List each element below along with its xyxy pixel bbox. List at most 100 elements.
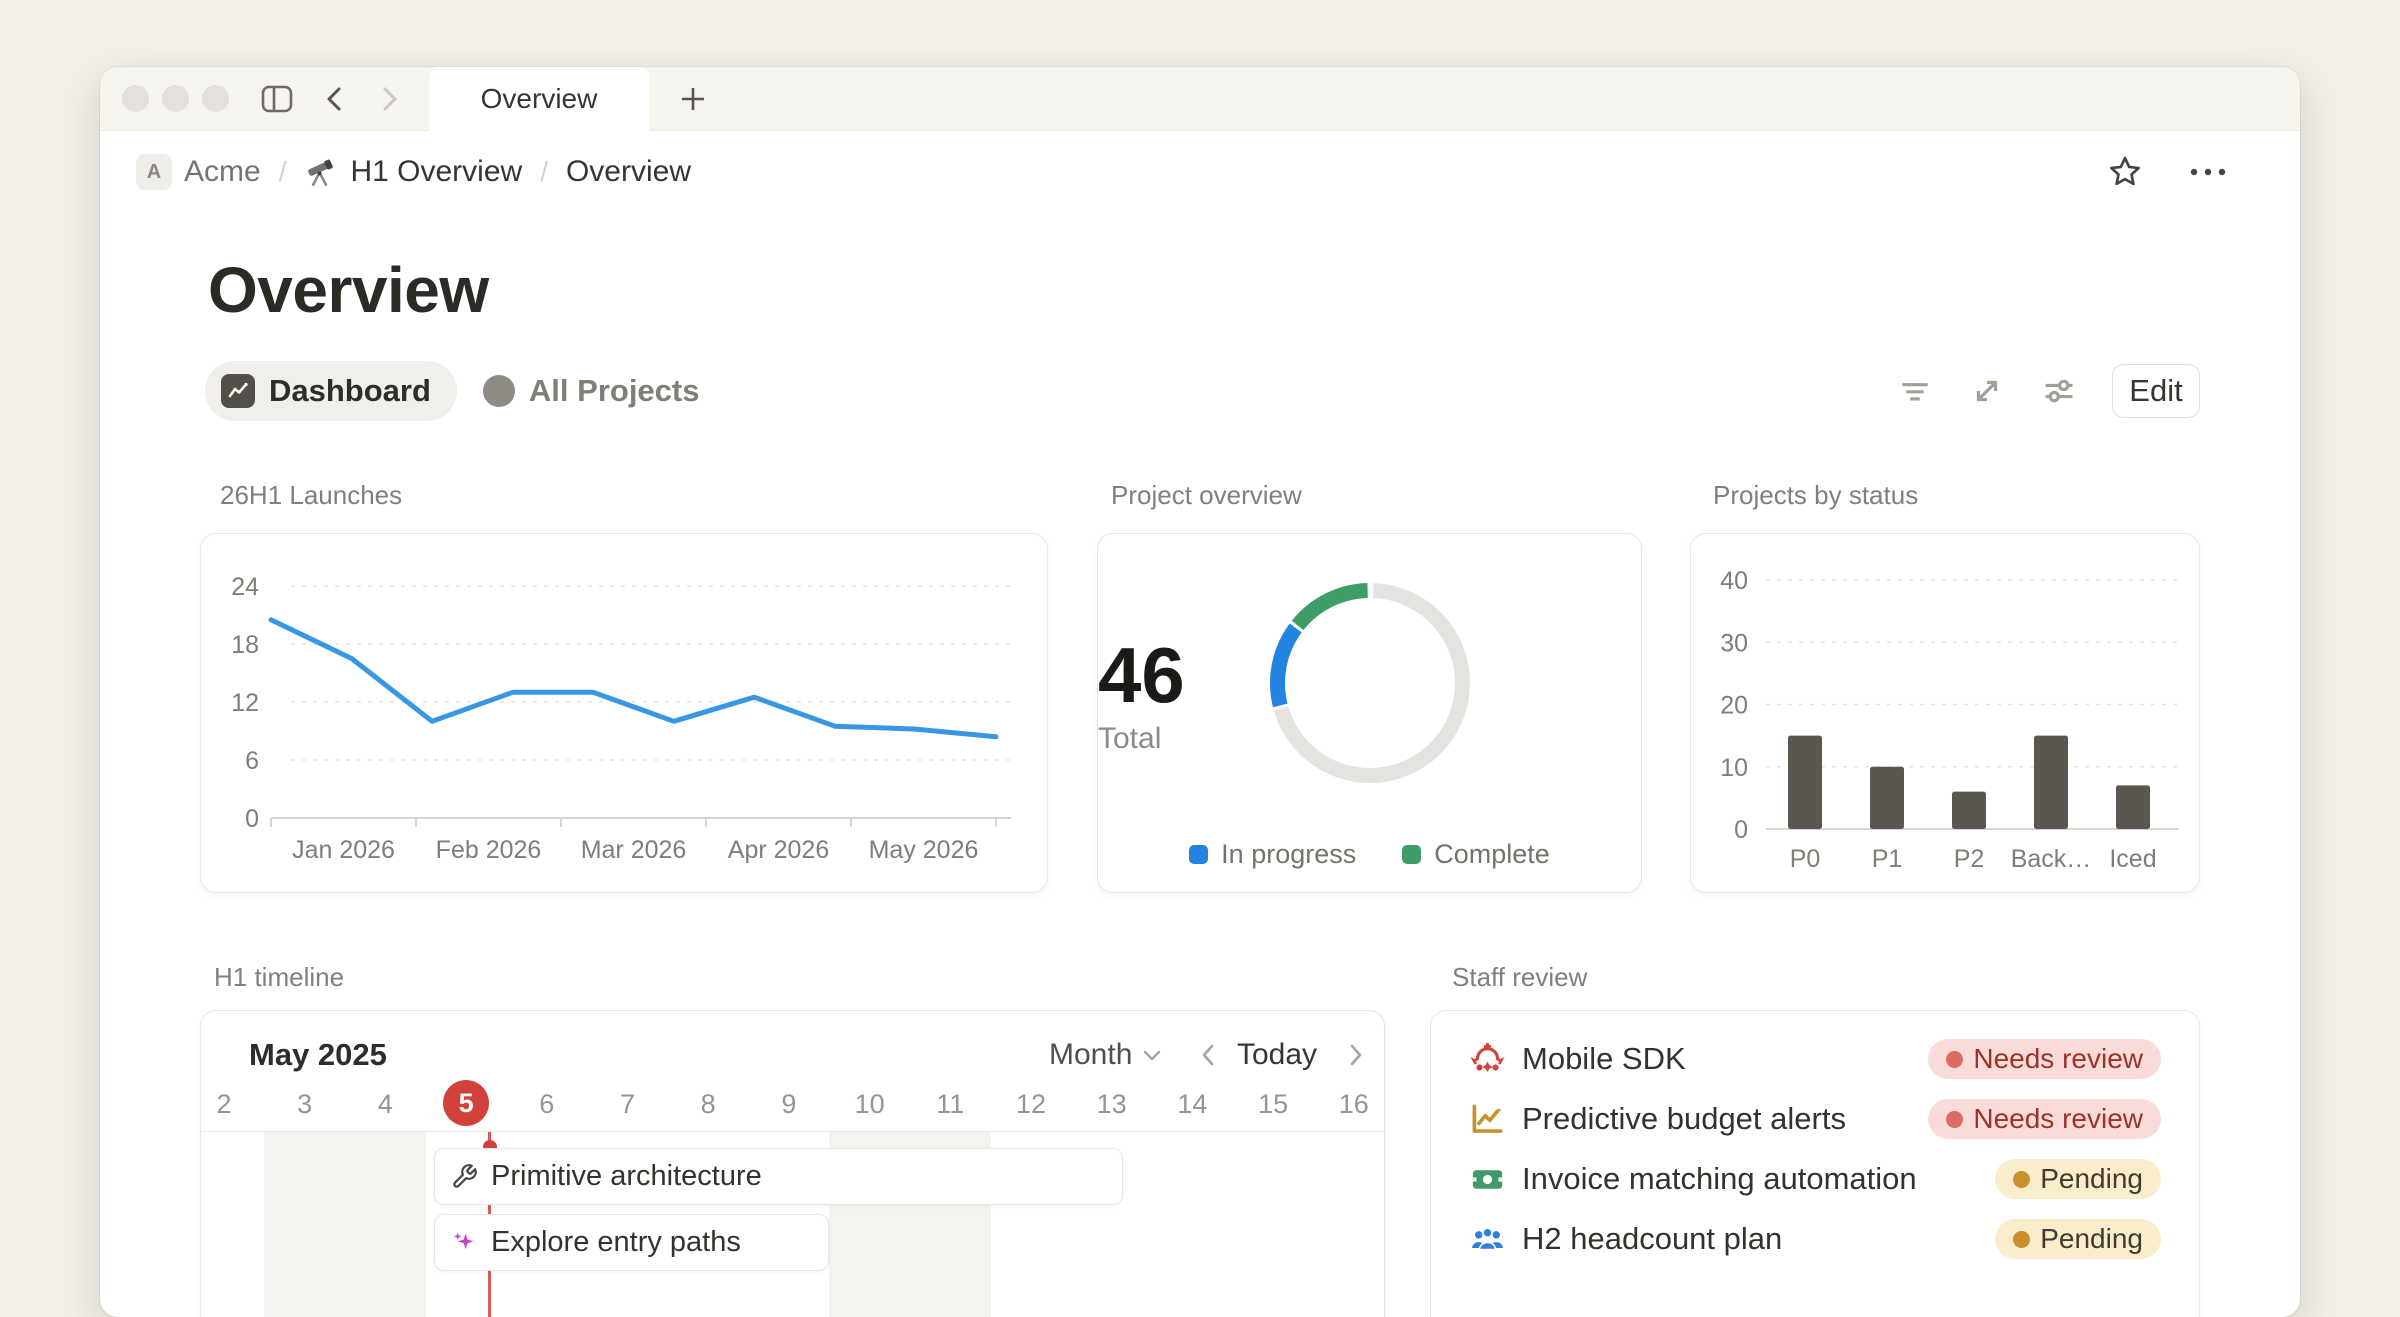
staff-review-row[interactable]: H2 headcount planPending: [1431, 1209, 2199, 1269]
view-tab-all-projects[interactable]: All Projects: [483, 373, 700, 409]
widget-label-project-overview: Project overview: [1111, 480, 1302, 511]
svg-text:Apr 2026: Apr 2026: [728, 836, 829, 864]
view-tab-label: All Projects: [529, 373, 700, 409]
svg-text:Mar 2026: Mar 2026: [581, 836, 687, 864]
timeline-day[interactable]: 9: [759, 1089, 819, 1120]
timeline-day[interactable]: 7: [598, 1089, 658, 1120]
sparkle-icon: [451, 1229, 478, 1256]
timeline-date-row: 23456789 10 11 12 13 14 15 16: [201, 1081, 1384, 1131]
launches-line-chart: 24181260Jan 2026Feb 2026Mar 2026Apr 2026…: [201, 534, 1049, 894]
timeline-day[interactable]: 12: [1001, 1089, 1061, 1120]
timeline-prev-icon[interactable]: [1199, 1042, 1217, 1068]
timeline-day[interactable]: 16: [1324, 1089, 1384, 1120]
new-tab-icon[interactable]: [678, 84, 708, 114]
svg-text:P1: P1: [1872, 845, 1903, 873]
breadcrumb-separator: /: [534, 156, 554, 188]
edit-button[interactable]: Edit: [2112, 364, 2200, 418]
carousel-icon: [1469, 1041, 1506, 1078]
timeline-day[interactable]: 11: [920, 1089, 980, 1120]
breadcrumb-workspace[interactable]: Acme: [184, 155, 261, 189]
back-icon[interactable]: [320, 84, 350, 114]
timeline-item[interactable]: Explore entry paths: [434, 1214, 829, 1271]
people-icon: [1469, 1221, 1506, 1258]
timeline-day[interactable]: 3: [275, 1089, 335, 1120]
expand-icon[interactable]: [1968, 372, 2006, 410]
status-label: Pending: [2040, 1223, 2143, 1255]
svg-text:0: 0: [245, 805, 259, 833]
widget-label-staff: Staff review: [1452, 962, 1587, 993]
sidebar-toggle-icon[interactable]: [260, 83, 294, 115]
status-label: Pending: [2040, 1163, 2143, 1195]
timeline-day[interactable]: 14: [1162, 1089, 1222, 1120]
tab-overview[interactable]: Overview: [429, 67, 649, 131]
svg-text:Back…: Back…: [2011, 845, 2092, 873]
svg-text:12: 12: [231, 689, 259, 717]
project-overview-donut-card[interactable]: 46 Total In progressComplete: [1097, 533, 1642, 893]
screen: Overview A Acme /: [0, 0, 2400, 1260]
staff-review-row[interactable]: Invoice matching automationPending: [1431, 1149, 2199, 1209]
timeline-month-title: May 2025: [249, 1037, 387, 1073]
status-dot: [1946, 1111, 1963, 1128]
timeline-day[interactable]: 13: [1082, 1089, 1142, 1120]
staff-review-card: Mobile SDKNeeds reviewPredictive budget …: [1430, 1010, 2200, 1317]
wrench-icon: [451, 1163, 478, 1190]
telescope-icon: [304, 155, 338, 189]
status-dot: [2013, 1171, 2030, 1188]
breadcrumb: A Acme / H1 Overview / Overview: [100, 131, 2300, 213]
filter-icon[interactable]: [1896, 372, 1934, 410]
timeline-next-icon[interactable]: [1347, 1042, 1365, 1068]
by-status-bar-chart-card[interactable]: 403020100P0P1P2Back…Iced: [1690, 533, 2200, 893]
zoom-window-button[interactable]: [202, 85, 229, 112]
svg-text:40: 40: [1720, 567, 1748, 595]
timeline-day-today[interactable]: 5: [443, 1080, 489, 1126]
view-tab-dashboard[interactable]: Dashboard: [205, 361, 457, 421]
window-titlebar: Overview: [100, 67, 2300, 131]
timeline-today-button[interactable]: Today: [1237, 1038, 1317, 1072]
chevron-down-icon: [1142, 1049, 1162, 1062]
timeline-day[interactable]: 4: [355, 1089, 415, 1120]
widget-label-launches: 26H1 Launches: [220, 480, 402, 511]
launches-line-chart-card[interactable]: 24181260Jan 2026Feb 2026Mar 2026Apr 2026…: [200, 533, 1048, 893]
svg-text:18: 18: [231, 631, 259, 659]
forward-icon[interactable]: [374, 84, 404, 114]
timeline-day[interactable]: 8: [678, 1089, 738, 1120]
breadcrumb-current-page[interactable]: Overview: [566, 155, 691, 189]
svg-text:P0: P0: [1790, 845, 1821, 873]
status-badge: Needs review: [1928, 1039, 2161, 1079]
breadcrumb-separator: /: [273, 156, 293, 188]
status-badge: Needs review: [1928, 1099, 2161, 1139]
app-window: Overview A Acme /: [100, 67, 2300, 1317]
close-window-button[interactable]: [122, 85, 149, 112]
widget-label-by-status: Projects by status: [1713, 480, 1918, 511]
favorite-star-icon[interactable]: [2106, 153, 2144, 191]
legend-item: Complete: [1402, 839, 1550, 870]
svg-text:Iced: Iced: [2109, 845, 2156, 873]
views-toolbar: Dashboard All Projects Edit: [205, 361, 2200, 421]
tab-label: Overview: [481, 83, 598, 115]
legend-label: In progress: [1221, 839, 1356, 870]
timeline-view-dropdown[interactable]: Month: [1049, 1038, 1162, 1072]
donut-total-caption: Total: [1098, 722, 1641, 756]
timeline-item[interactable]: Primitive architecture: [434, 1148, 1123, 1205]
minimize-window-button[interactable]: [162, 85, 189, 112]
trend-chart-icon: [1469, 1101, 1506, 1138]
staff-item-title: Mobile SDK: [1522, 1041, 1686, 1077]
weekend-band: [345, 1132, 426, 1317]
status-dot: [2013, 1231, 2030, 1248]
more-options-icon[interactable]: [2188, 166, 2228, 178]
legend-label: Complete: [1434, 839, 1550, 870]
workspace-avatar[interactable]: A: [136, 154, 172, 190]
breadcrumb-parent-page[interactable]: H1 Overview: [350, 155, 522, 189]
staff-review-row[interactable]: Mobile SDK Needs review: [1431, 1029, 2199, 1089]
staff-review-row[interactable]: Predictive budget alertsNeeds review: [1431, 1089, 2199, 1149]
legend-swatch: [1402, 845, 1421, 864]
dashboard-chart-icon: [221, 374, 255, 408]
timeline-card: May 2025 Month Today 23456789 10 11 12 13 14 1…: [200, 1010, 1385, 1317]
status-badge: Pending: [1995, 1219, 2161, 1259]
timeline-day[interactable]: 6: [517, 1089, 577, 1120]
status-label: Needs review: [1973, 1043, 2143, 1075]
timeline-day[interactable]: 2: [200, 1089, 254, 1120]
timeline-day[interactable]: 10: [840, 1089, 900, 1120]
settings-sliders-icon[interactable]: [2040, 372, 2078, 410]
timeline-day[interactable]: 15: [1243, 1089, 1303, 1120]
